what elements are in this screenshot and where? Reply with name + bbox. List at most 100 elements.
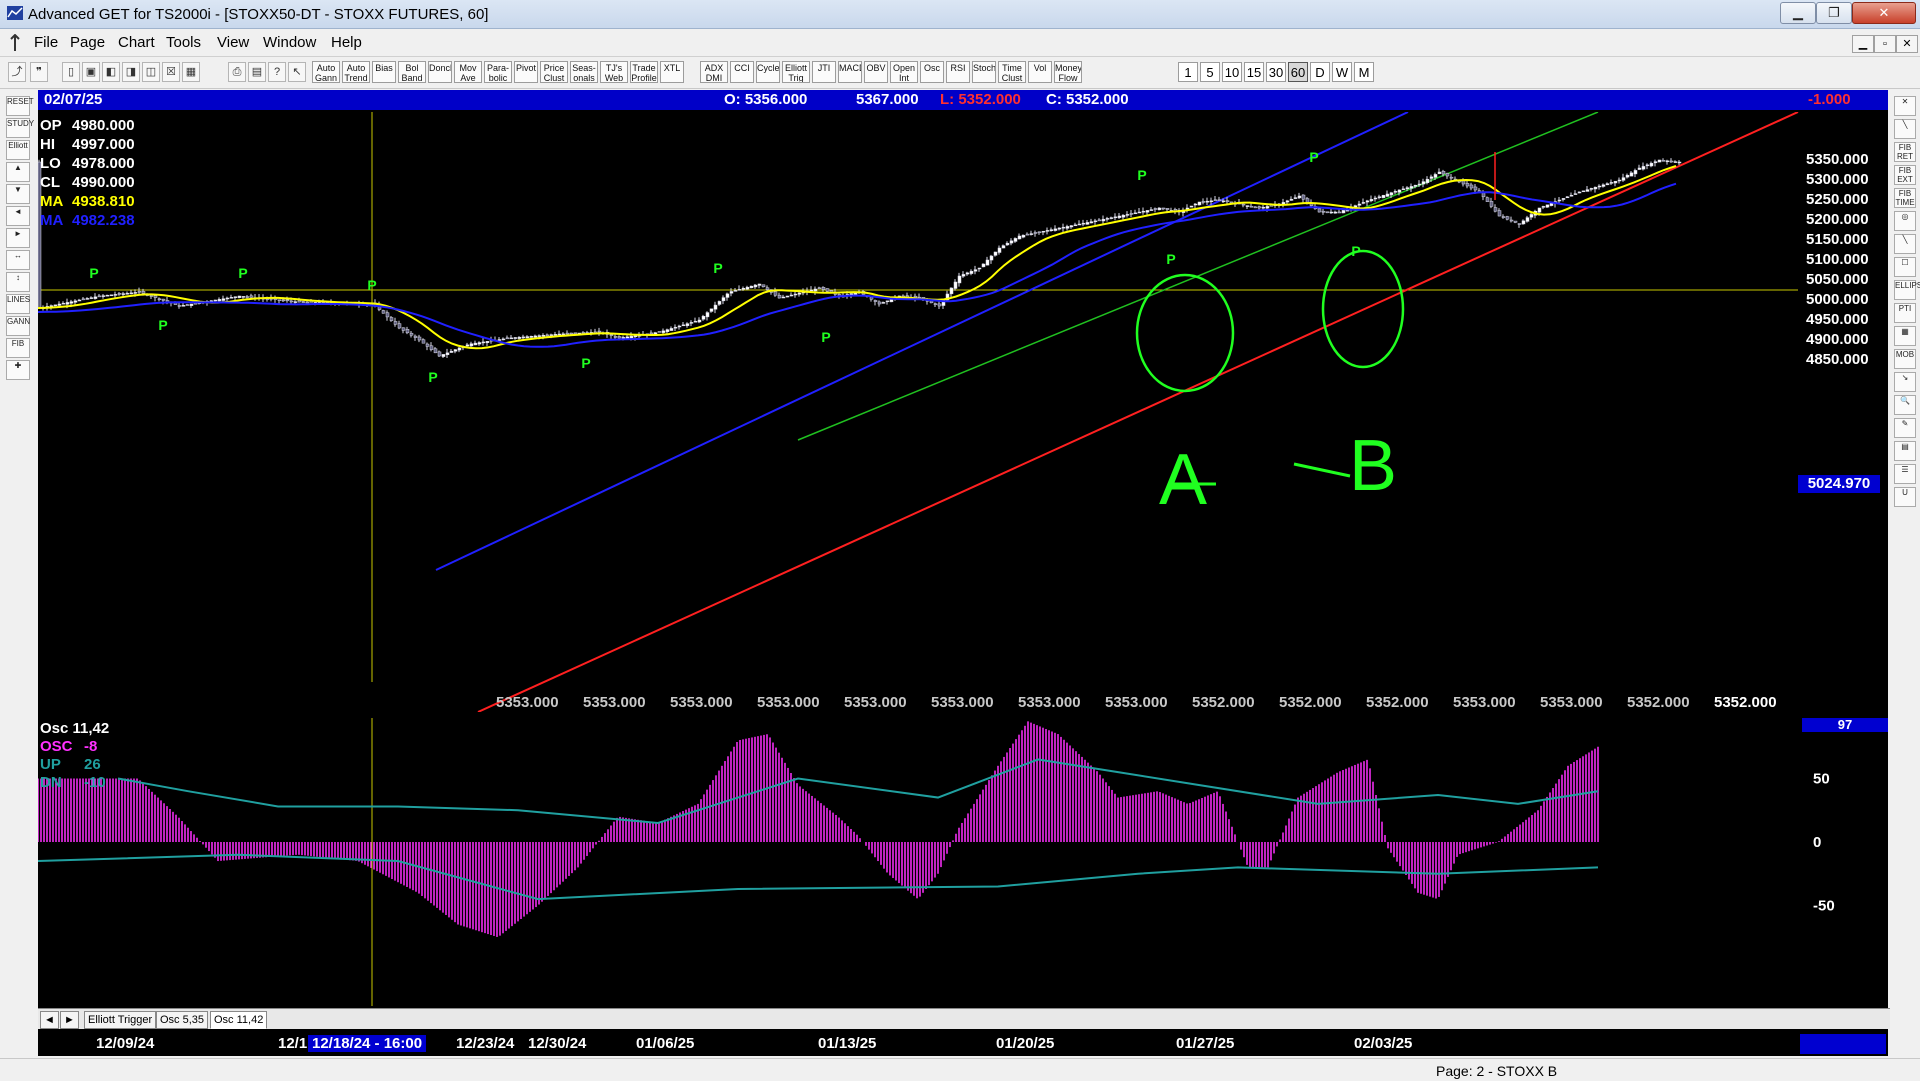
indicator-button-3[interactable]: Bol Band xyxy=(398,61,426,83)
indicator-button-10[interactable]: TJ's Web xyxy=(600,61,628,83)
indicator-button-16[interactable]: Elliott Trig xyxy=(782,61,810,83)
maximize-button[interactable]: ❐ xyxy=(1816,2,1852,24)
indicator-button-2[interactable]: Bias xyxy=(372,61,396,83)
menu-view[interactable]: View xyxy=(217,34,249,51)
right-tool-0[interactable]: ✕ xyxy=(1894,96,1916,116)
period-button-30[interactable]: 30 xyxy=(1266,62,1286,82)
indicator-button-21[interactable]: Osc xyxy=(920,61,944,83)
right-tool-14[interactable]: ✎ xyxy=(1894,418,1916,438)
right-tool-2[interactable]: FIB RET xyxy=(1894,142,1916,162)
period-button-M[interactable]: M xyxy=(1354,62,1374,82)
left-tool-11[interactable]: FIB xyxy=(6,338,30,358)
indicator-button-8[interactable]: Price Clust xyxy=(540,61,568,83)
tab-osc-5-35[interactable]: Osc 5,35 xyxy=(156,1011,209,1029)
indicator-button-1[interactable]: Auto Trend xyxy=(342,61,370,83)
tab-scroll-right[interactable]: ► xyxy=(60,1011,79,1029)
mdi-close-button[interactable]: ✕ xyxy=(1896,35,1918,53)
menu-file[interactable]: File xyxy=(34,34,58,51)
indicator-button-24[interactable]: Time Clust xyxy=(998,61,1026,83)
right-tool-4[interactable]: FIB TIME xyxy=(1894,188,1916,208)
right-tool-9[interactable]: PTI xyxy=(1894,303,1916,323)
menu-tools[interactable]: Tools xyxy=(166,34,201,51)
menu-help[interactable]: Help xyxy=(331,34,362,51)
period-button-15[interactable]: 15 xyxy=(1244,62,1264,82)
price-chart[interactable]: PPPPPPPPPPPP AB xyxy=(38,112,1888,712)
right-tool-1[interactable]: ╲ xyxy=(1894,119,1916,139)
new-page-icon[interactable]: ▯ xyxy=(62,62,80,82)
left-tool-0[interactable]: RESET xyxy=(6,96,34,116)
indicator-button-17[interactable]: JTI xyxy=(812,61,836,83)
copy-page-icon[interactable]: ▣ xyxy=(82,62,100,82)
indicator-button-19[interactable]: OBV xyxy=(864,61,888,83)
left-tool-3[interactable]: ▲ xyxy=(6,162,30,182)
period-button-W[interactable]: W xyxy=(1332,62,1352,82)
period-button-1[interactable]: 1 xyxy=(1178,62,1198,82)
oscillator-chart[interactable]: 50 0 -50 97 xyxy=(38,718,1888,1006)
mdi-minimize-button[interactable]: ▁ xyxy=(1852,35,1874,53)
indicator-button-12[interactable]: XTL xyxy=(660,61,684,83)
left-tool-10[interactable]: GANN xyxy=(6,316,30,336)
print-icon[interactable]: ⎙ xyxy=(228,62,246,82)
period-button-60[interactable]: 60 xyxy=(1288,62,1308,82)
period-button-10[interactable]: 10 xyxy=(1222,62,1242,82)
app-menu-icon[interactable] xyxy=(8,34,22,52)
tab-scroll-left[interactable]: ◄ xyxy=(40,1011,59,1029)
indicator-button-18[interactable]: MACD xyxy=(838,61,862,83)
period-button-D[interactable]: D xyxy=(1310,62,1330,82)
right-tool-13[interactable]: 🔍 xyxy=(1894,395,1916,415)
grid-icon[interactable]: ▦ xyxy=(182,62,200,82)
indicator-button-13[interactable]: ADX DMI xyxy=(700,61,728,83)
indicator-button-0[interactable]: Auto Gann xyxy=(312,61,340,83)
left-tool-9[interactable]: LINES xyxy=(6,294,30,314)
preview-icon[interactable]: ▤ xyxy=(248,62,266,82)
quote-tool-icon[interactable]: ❞ xyxy=(30,62,48,82)
indicator-button-15[interactable]: Cycles xyxy=(756,61,780,83)
right-tool-17[interactable]: U xyxy=(1894,487,1916,507)
indicator-button-5[interactable]: Mov Ave xyxy=(454,61,482,83)
indicator-button-22[interactable]: RSI xyxy=(946,61,970,83)
minimize-button[interactable]: ▁ xyxy=(1780,2,1816,24)
chart-right-icon[interactable]: ◨ xyxy=(122,62,140,82)
indicator-button-9[interactable]: Seas-onals xyxy=(570,61,598,83)
left-tool-12[interactable]: ✚ xyxy=(6,360,30,380)
left-tool-1[interactable]: STUDY xyxy=(6,118,34,138)
menu-chart[interactable]: Chart xyxy=(118,34,155,51)
right-tool-10[interactable]: ▦ xyxy=(1894,326,1916,346)
context-help-icon[interactable]: ↖ xyxy=(288,62,306,82)
right-tool-7[interactable]: ☐ xyxy=(1894,257,1916,277)
help-lightbulb-icon[interactable]: ? xyxy=(268,62,286,82)
indicator-button-4[interactable]: Donch xyxy=(428,61,452,83)
menu-page[interactable]: Page xyxy=(70,34,105,51)
indicator-button-20[interactable]: Open Int xyxy=(890,61,918,83)
left-tool-4[interactable]: ▼ xyxy=(6,184,30,204)
right-tool-15[interactable]: ▤ xyxy=(1894,441,1916,461)
tab-osc-11-42[interactable]: Osc 11,42 xyxy=(210,1011,268,1029)
chart-left-icon[interactable]: ◧ xyxy=(102,62,120,82)
right-tool-8[interactable]: ELLIPS xyxy=(1894,280,1920,300)
right-tool-12[interactable]: ↘ xyxy=(1894,372,1916,392)
left-tool-6[interactable]: ► xyxy=(6,228,30,248)
indicator-button-11[interactable]: Trade Profile xyxy=(630,61,658,83)
indicator-button-6[interactable]: Para-bolic xyxy=(484,61,512,83)
indicator-button-26[interactable]: Money Flow xyxy=(1054,61,1082,83)
left-tool-8[interactable]: ↕ xyxy=(6,272,30,292)
indicator-button-14[interactable]: CCI xyxy=(730,61,754,83)
right-tool-16[interactable]: ☰ xyxy=(1894,464,1916,484)
mdi-restore-button[interactable]: ▫ xyxy=(1874,35,1896,53)
left-tool-7[interactable]: ↔ xyxy=(6,250,30,270)
indicator-button-7[interactable]: Pivot xyxy=(514,61,538,83)
indicator-button-23[interactable]: Stoch xyxy=(972,61,996,83)
back-tool-icon[interactable]: ⤴ xyxy=(8,62,26,82)
left-tool-2[interactable]: Elliott xyxy=(6,140,30,160)
period-button-5[interactable]: 5 xyxy=(1200,62,1220,82)
chart-split-icon[interactable]: ◫ xyxy=(142,62,160,82)
right-tool-3[interactable]: FIB EXT xyxy=(1894,165,1916,185)
right-tool-5[interactable]: ◎ xyxy=(1894,211,1916,231)
left-tool-5[interactable]: ◄ xyxy=(6,206,30,226)
indicator-button-25[interactable]: Vol xyxy=(1028,61,1052,83)
right-tool-6[interactable]: ╲ xyxy=(1894,234,1916,254)
right-tool-11[interactable]: MOB xyxy=(1894,349,1916,369)
menu-window[interactable]: Window xyxy=(263,34,316,51)
tab-elliott-trigger[interactable]: Elliott Trigger xyxy=(84,1011,157,1029)
delete-icon[interactable]: ☒ xyxy=(162,62,180,82)
